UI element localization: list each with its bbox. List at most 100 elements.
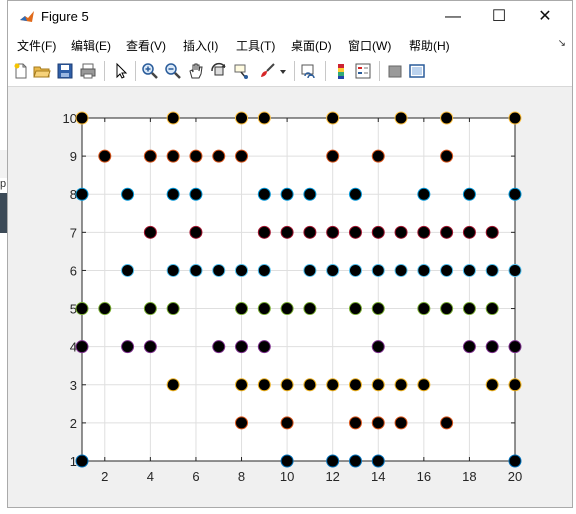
data-point bbox=[121, 263, 135, 277]
menu-tools[interactable]: 工具(T) bbox=[236, 37, 275, 54]
data-point bbox=[394, 416, 408, 430]
brush-icon[interactable] bbox=[258, 62, 276, 80]
y-tick-label: 9 bbox=[70, 149, 77, 164]
data-point bbox=[257, 111, 271, 125]
menu-help[interactable]: 帮助(H) bbox=[409, 37, 450, 54]
toolbar-separator bbox=[104, 61, 105, 81]
background-text: p bbox=[0, 178, 7, 190]
colorbar-icon[interactable] bbox=[332, 62, 350, 80]
data-point bbox=[280, 416, 294, 430]
data-cursor-icon[interactable] bbox=[233, 62, 251, 80]
rotate-3d-icon[interactable] bbox=[210, 62, 228, 80]
title-bar: Figure 5 — ☐ ✕ bbox=[8, 1, 572, 32]
y-tick-label: 7 bbox=[70, 225, 77, 240]
data-point bbox=[257, 302, 271, 316]
data-point bbox=[212, 263, 226, 277]
pan-icon[interactable] bbox=[187, 62, 205, 80]
data-point bbox=[280, 454, 294, 468]
data-point bbox=[348, 454, 362, 468]
toolbar bbox=[8, 56, 572, 87]
data-point bbox=[371, 340, 385, 354]
print-icon[interactable] bbox=[79, 62, 97, 80]
zoom-in-icon[interactable] bbox=[141, 62, 159, 80]
data-point bbox=[143, 225, 157, 239]
data-point bbox=[462, 263, 476, 277]
minimize-button[interactable]: — bbox=[430, 1, 476, 32]
data-point bbox=[440, 302, 454, 316]
pointer-icon[interactable] bbox=[112, 62, 130, 80]
data-point bbox=[235, 149, 249, 163]
data-point bbox=[166, 263, 180, 277]
data-point bbox=[121, 187, 135, 201]
data-point bbox=[440, 111, 454, 125]
open-file-icon[interactable] bbox=[33, 62, 51, 80]
data-point bbox=[371, 263, 385, 277]
dropdown-arrow-icon[interactable] bbox=[278, 62, 288, 80]
data-point bbox=[303, 302, 317, 316]
data-point bbox=[280, 187, 294, 201]
data-point bbox=[121, 340, 135, 354]
data-point bbox=[462, 340, 476, 354]
zoom-out-icon[interactable] bbox=[164, 62, 182, 80]
data-point bbox=[75, 302, 89, 316]
data-point bbox=[485, 263, 499, 277]
data-point bbox=[508, 340, 522, 354]
x-tick-label: 20 bbox=[508, 469, 522, 484]
x-tick-label: 6 bbox=[192, 469, 199, 484]
y-tick-label: 2 bbox=[70, 416, 77, 431]
data-point bbox=[235, 378, 249, 392]
menu-bar: 文件(F) 编辑(E) 查看(V) 插入(I) 工具(T) 桌面(D) 窗口(W… bbox=[8, 32, 572, 56]
show-plot-tools-icon[interactable] bbox=[408, 62, 426, 80]
data-point bbox=[417, 225, 431, 239]
data-point bbox=[462, 225, 476, 239]
new-figure-icon[interactable] bbox=[12, 62, 30, 80]
x-tick-label: 4 bbox=[147, 469, 154, 484]
toolbar-separator bbox=[294, 61, 295, 81]
menu-desktop[interactable]: 桌面(D) bbox=[291, 37, 332, 54]
plot-area bbox=[82, 118, 515, 461]
scatter-chart: 2 4 6 8 10 12 14 16 18 2012345678910 bbox=[63, 111, 523, 484]
data-point bbox=[280, 378, 294, 392]
data-point bbox=[485, 225, 499, 239]
data-point bbox=[348, 263, 362, 277]
data-point bbox=[394, 111, 408, 125]
dock-arrow-icon[interactable]: ↘ bbox=[558, 38, 566, 49]
data-point bbox=[417, 263, 431, 277]
figure-canvas: 2 4 6 8 10 12 14 16 18 20 1 2 3 4 5 6 7 8 9 10 bbox=[8, 87, 574, 509]
data-point bbox=[257, 187, 271, 201]
menu-edit[interactable]: 编辑(E) bbox=[71, 37, 111, 54]
window-title: Figure 5 bbox=[41, 9, 89, 24]
save-icon[interactable] bbox=[56, 62, 74, 80]
data-point bbox=[280, 302, 294, 316]
menu-file[interactable]: 文件(F) bbox=[17, 37, 56, 54]
data-point bbox=[394, 225, 408, 239]
close-button[interactable]: ✕ bbox=[522, 1, 568, 32]
data-point bbox=[508, 187, 522, 201]
data-point bbox=[303, 263, 317, 277]
data-point bbox=[189, 225, 203, 239]
matlab-logo-icon bbox=[20, 11, 34, 22]
data-point bbox=[348, 302, 362, 316]
menu-insert[interactable]: 插入(I) bbox=[183, 37, 218, 54]
data-point bbox=[326, 263, 340, 277]
data-point bbox=[326, 149, 340, 163]
y-tick-label: 10 bbox=[63, 111, 77, 126]
data-point bbox=[326, 378, 340, 392]
data-point bbox=[371, 454, 385, 468]
maximize-button[interactable]: ☐ bbox=[476, 1, 522, 32]
menu-view[interactable]: 查看(V) bbox=[126, 37, 166, 54]
x-tick-label: 8 bbox=[238, 469, 245, 484]
data-point bbox=[508, 454, 522, 468]
data-point bbox=[143, 340, 157, 354]
hide-plot-tools-icon[interactable] bbox=[386, 62, 404, 80]
y-tick-label: 6 bbox=[70, 263, 77, 278]
data-point bbox=[235, 263, 249, 277]
legend-icon[interactable] bbox=[354, 62, 372, 80]
data-point bbox=[485, 340, 499, 354]
x-tick-label: 10 bbox=[280, 469, 294, 484]
data-point bbox=[371, 149, 385, 163]
data-point bbox=[326, 111, 340, 125]
menu-window[interactable]: 窗口(W) bbox=[348, 37, 391, 54]
link-plot-icon[interactable] bbox=[300, 62, 318, 80]
data-point bbox=[257, 378, 271, 392]
